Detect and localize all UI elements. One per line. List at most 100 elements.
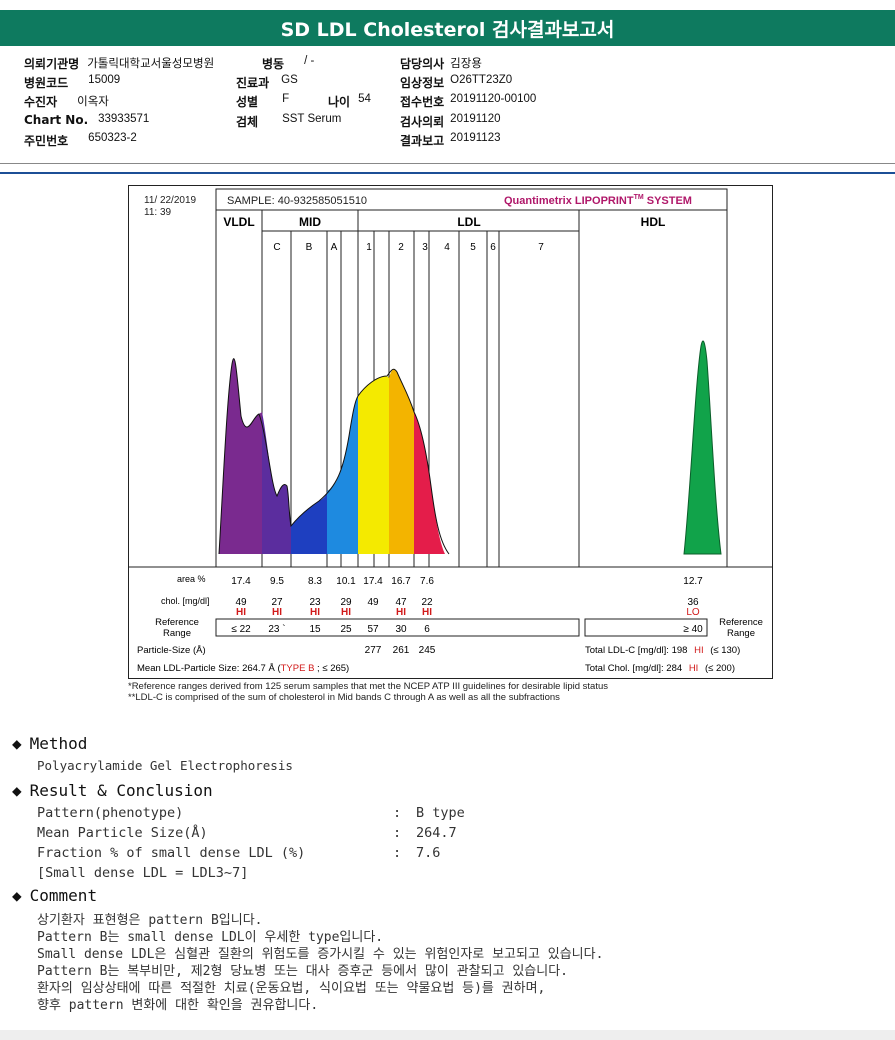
band-hdl: HDL (641, 215, 666, 229)
receipt-label: 접수번호 (400, 95, 445, 109)
sex-label: 성별 (236, 95, 259, 109)
id-value: 650323-2 (88, 132, 137, 144)
mean-size-value: 264.7 (416, 825, 457, 841)
chart-value: 33933571 (98, 113, 150, 125)
ref-row: ≤ 22 23 ` 15 25 57 30 6 (231, 623, 430, 635)
particle-value: 277 (365, 645, 382, 656)
comment-heading: ◆ Comment (12, 886, 97, 905)
area-row: 17.4 9.5 8.3 10.1 17.4 16.7 7.6 (231, 576, 434, 587)
mean-size-colon: : (393, 825, 402, 841)
fraction-value: 7.6 (416, 845, 441, 861)
lipoprint-svg: 11/ 22/2019 11: 39 SAMPLE: 40-9325850515… (129, 188, 772, 674)
sub-band-label: C (273, 242, 280, 253)
peak-mid-b (291, 491, 327, 554)
institution-value: 가톨릭대학교서울성모병원 (87, 58, 215, 70)
chol-value: 49 (367, 597, 379, 608)
band-ldl: LDL (457, 215, 480, 229)
chol-flag: HI (310, 607, 320, 618)
peak-mid-c (262, 412, 291, 554)
doctor-label: 담당의사 (400, 57, 445, 71)
receipt-value: 20191120-00100 (450, 93, 537, 105)
area-label: area % (177, 574, 206, 584)
comment-heading-text: Comment (29, 886, 98, 905)
ref-value: 23 ` (268, 623, 285, 635)
patient-info: 의뢰기관명 가톨릭대학교서울성모병원 병동 / - 담당의사 김장용 병원코드 … (24, 52, 884, 152)
peak-hdl (683, 340, 722, 555)
area-value: 17.4 (231, 576, 251, 587)
ref-hdl: ≥ 40 (683, 624, 703, 635)
report-title: SD LDL Cholesterol 검사결과보고서 (0, 10, 895, 46)
method-heading-text: Method (29, 734, 88, 753)
pattern-label: Pattern(phenotype) (37, 805, 184, 821)
sub-band-label: 2 (398, 242, 404, 253)
chol-hdl-flag: LO (686, 607, 700, 618)
mean-size-label: Mean Particle Size(Å) (37, 825, 208, 841)
pattern-value: B type (416, 805, 465, 821)
peak-ldl2 (389, 369, 414, 554)
total-chol: Total Chol. [mg/dl]: 284 HI (≤ 200) (585, 663, 735, 674)
comment-line-6: 향후 pattern 변화에 대한 확인을 권유합니다. (37, 998, 319, 1013)
area-hdl: 12.7 (683, 576, 703, 587)
small-dense-note: [Small dense LDL = LDL3~7] (37, 865, 249, 881)
report-label: 결과보고 (400, 134, 445, 148)
result-heading-text: Result & Conclusion (29, 781, 213, 800)
peak-vldl (219, 358, 262, 554)
bottom-bar (0, 1030, 895, 1040)
diamond-icon: ◆ (12, 734, 22, 753)
band-mid: MID (299, 215, 321, 229)
chol-flag: HI (341, 607, 351, 618)
ref-value: 25 (340, 624, 352, 635)
method-text: Polyacrylamide Gel Electrophoresis (37, 758, 293, 773)
dept-value: GS (281, 74, 298, 86)
ref-value: 57 (367, 624, 379, 635)
fraction-label: Fraction % of small dense LDL (%) (37, 845, 306, 861)
sample-id: SAMPLE: 40-932585051510 (227, 195, 367, 207)
ref-label-1: Reference (155, 617, 199, 628)
peak-ldl1 (358, 376, 389, 554)
ref-label-right-1: Reference (719, 617, 763, 628)
chol-flag: HI (236, 607, 246, 618)
hospital-code-value: 15009 (88, 74, 121, 86)
specimen-value: SST Serum (282, 113, 342, 125)
sub-band-label: 3 (422, 242, 428, 253)
divider-gray (0, 163, 895, 164)
age-label: 나이 (328, 95, 351, 109)
area-value: 9.5 (270, 576, 284, 587)
institution-label: 의뢰기관명 (24, 57, 80, 71)
ward-label: 병동 (262, 57, 285, 71)
sub-band-label: 4 (444, 242, 450, 253)
datetime-line2: 11: 39 (144, 207, 171, 218)
area-value: 8.3 (308, 576, 322, 587)
fraction-colon: : (393, 845, 402, 861)
system-name: Quantimetrix LIPOPRINTTM SYSTEM (504, 194, 692, 207)
area-value: 10.1 (336, 576, 356, 587)
ref-value: 6 (424, 624, 430, 635)
total-ldl: Total LDL-C [mg/dl]: 198 HI (≤ 130) (585, 645, 740, 656)
area-value: 7.6 (420, 576, 434, 587)
ref-label-right-2: Range (727, 628, 755, 639)
figure-notes: *Reference ranges derived from 125 serum… (128, 681, 828, 703)
diamond-icon: ◆ (12, 886, 22, 905)
sub-band-labels: C B A 1 2 3 4 5 6 7 (273, 242, 544, 253)
id-label: 주민번호 (24, 134, 69, 148)
method-heading: ◆ Method (12, 734, 87, 753)
patient-label: 수진자 (24, 95, 58, 109)
peak-mid-a (327, 396, 358, 554)
request-label: 검사의뢰 (400, 115, 445, 129)
chol-flag: HI (422, 607, 432, 618)
hospital-code-label: 병원코드 (24, 76, 69, 90)
diamond-icon: ◆ (12, 781, 22, 800)
age-value: 54 (358, 93, 371, 105)
sub-band-label: 5 (470, 242, 476, 253)
sub-band-label: B (306, 242, 313, 253)
note-2: **LDL-C is comprised of the sum of chole… (128, 692, 560, 703)
particle-value: 261 (393, 645, 410, 656)
area-value: 16.7 (391, 576, 411, 587)
dept-label: 진료과 (236, 76, 270, 90)
particle-label: Particle-Size (Å) (137, 645, 206, 656)
clinical-label: 임상정보 (400, 76, 445, 90)
sub-band-label: 1 (366, 242, 372, 253)
request-value: 20191120 (450, 113, 501, 125)
result-heading: ◆ Result & Conclusion (12, 781, 213, 800)
clinical-value: O26TT23Z0 (450, 74, 513, 86)
